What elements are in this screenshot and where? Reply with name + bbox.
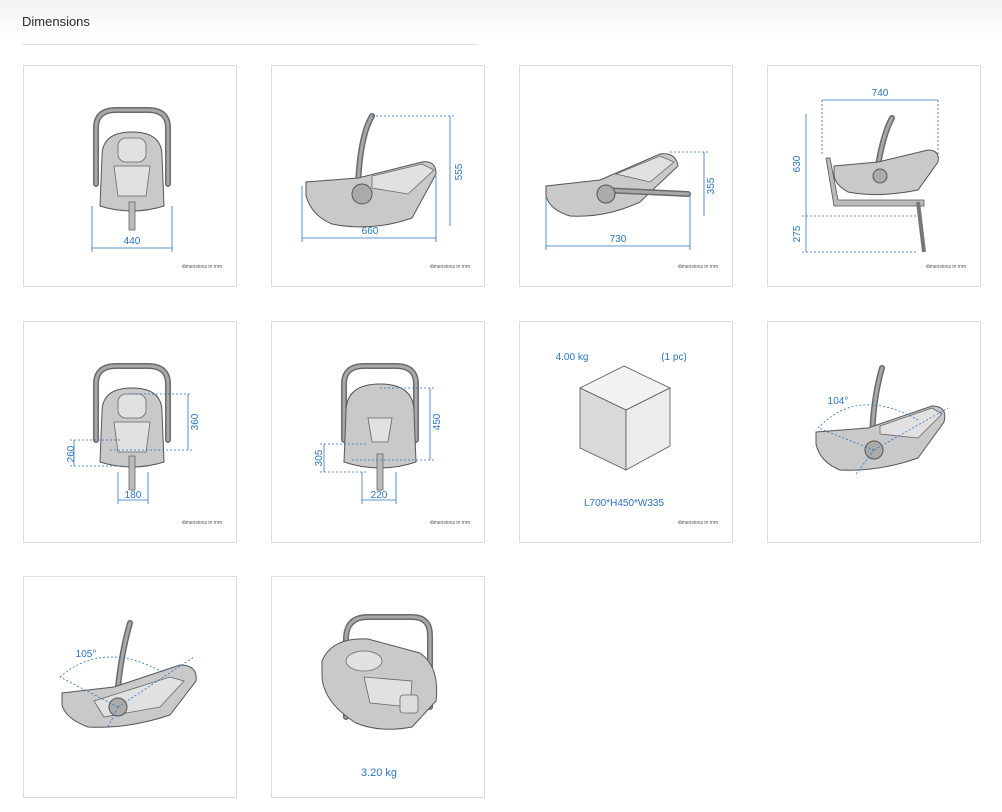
dimensions-note: dimensions in mm xyxy=(429,520,470,526)
dimension-card-side-recline[interactable]: 730 355 dimensions in mm xyxy=(519,65,733,287)
length-label: 660 xyxy=(362,226,379,237)
product-weight-label: 3.20 kg xyxy=(360,767,398,779)
angle-label: 105° xyxy=(76,649,97,660)
height-b-label: 260 xyxy=(66,445,77,462)
angle-label: 104° xyxy=(828,396,849,407)
height-a-label: 450 xyxy=(432,413,443,430)
length-label: 730 xyxy=(610,234,627,245)
dimensions-note: dimensions in mm xyxy=(429,264,470,270)
base-height-label: 275 xyxy=(792,225,803,242)
dimension-card-weight[interactable]: 3.20 kg xyxy=(271,576,485,798)
dimension-card-inner-small[interactable]: 360 260 180 dimensions in mm xyxy=(23,321,237,543)
height-label: 355 xyxy=(706,177,717,194)
side-view-illustration: 660 555 xyxy=(301,113,465,242)
front-view-illustration: 440 xyxy=(91,107,173,252)
dimension-card-inner-large[interactable]: 450 305 220 dimensions in mm xyxy=(271,321,485,543)
dimension-card-package[interactable]: 4.00 kg (1 pc) L700*H450*W335 dimensions… xyxy=(519,321,733,543)
dimension-card-angle-105[interactable]: 105° xyxy=(23,576,237,798)
recline-view-illustration: 730 355 xyxy=(545,151,717,250)
height-label: 555 xyxy=(454,163,465,180)
dimension-card-front-width[interactable]: 440 dimensions in mm xyxy=(23,65,237,287)
dimensions-note: dimensions in mm xyxy=(677,264,718,270)
angle-104-illustration: 104° xyxy=(815,365,949,475)
width-label: 440 xyxy=(124,236,141,247)
base-view-illustration: 740 630 275 xyxy=(792,88,939,253)
perspective-seat-illustration xyxy=(321,614,438,730)
inner-large-illustration: 450 305 220 xyxy=(314,363,443,504)
dimensions-note: dimensions in mm xyxy=(181,264,222,270)
page-title: Dimensions xyxy=(22,14,90,29)
package-box-illustration: 4.00 kg (1 pc) L700*H450*W335 xyxy=(556,352,687,509)
length-label: 740 xyxy=(872,88,889,99)
height-b-label: 305 xyxy=(314,449,325,466)
dimension-card-angle-104[interactable]: 104° xyxy=(767,321,981,543)
package-weight-label: 4.00 kg xyxy=(556,352,589,363)
package-quantity-label: (1 pc) xyxy=(661,352,687,363)
dimension-card-with-base[interactable]: 740 630 275 dimensions in mm xyxy=(767,65,981,287)
inner-small-illustration: 360 260 180 xyxy=(66,363,201,504)
title-divider xyxy=(22,44,478,45)
angle-105-illustration: 105° xyxy=(59,620,197,728)
dimensions-note: dimensions in mm xyxy=(181,520,222,526)
width-label: 220 xyxy=(371,490,388,501)
width-label: 180 xyxy=(125,490,142,501)
height-a-label: 360 xyxy=(190,413,201,430)
dimension-card-side-length[interactable]: 660 555 dimensions in mm xyxy=(271,65,485,287)
seat-height-label: 630 xyxy=(792,155,803,172)
dimensions-note: dimensions in mm xyxy=(925,264,966,270)
package-size-label: L700*H450*W335 xyxy=(584,498,664,509)
dimensions-note: dimensions in mm xyxy=(677,520,718,526)
